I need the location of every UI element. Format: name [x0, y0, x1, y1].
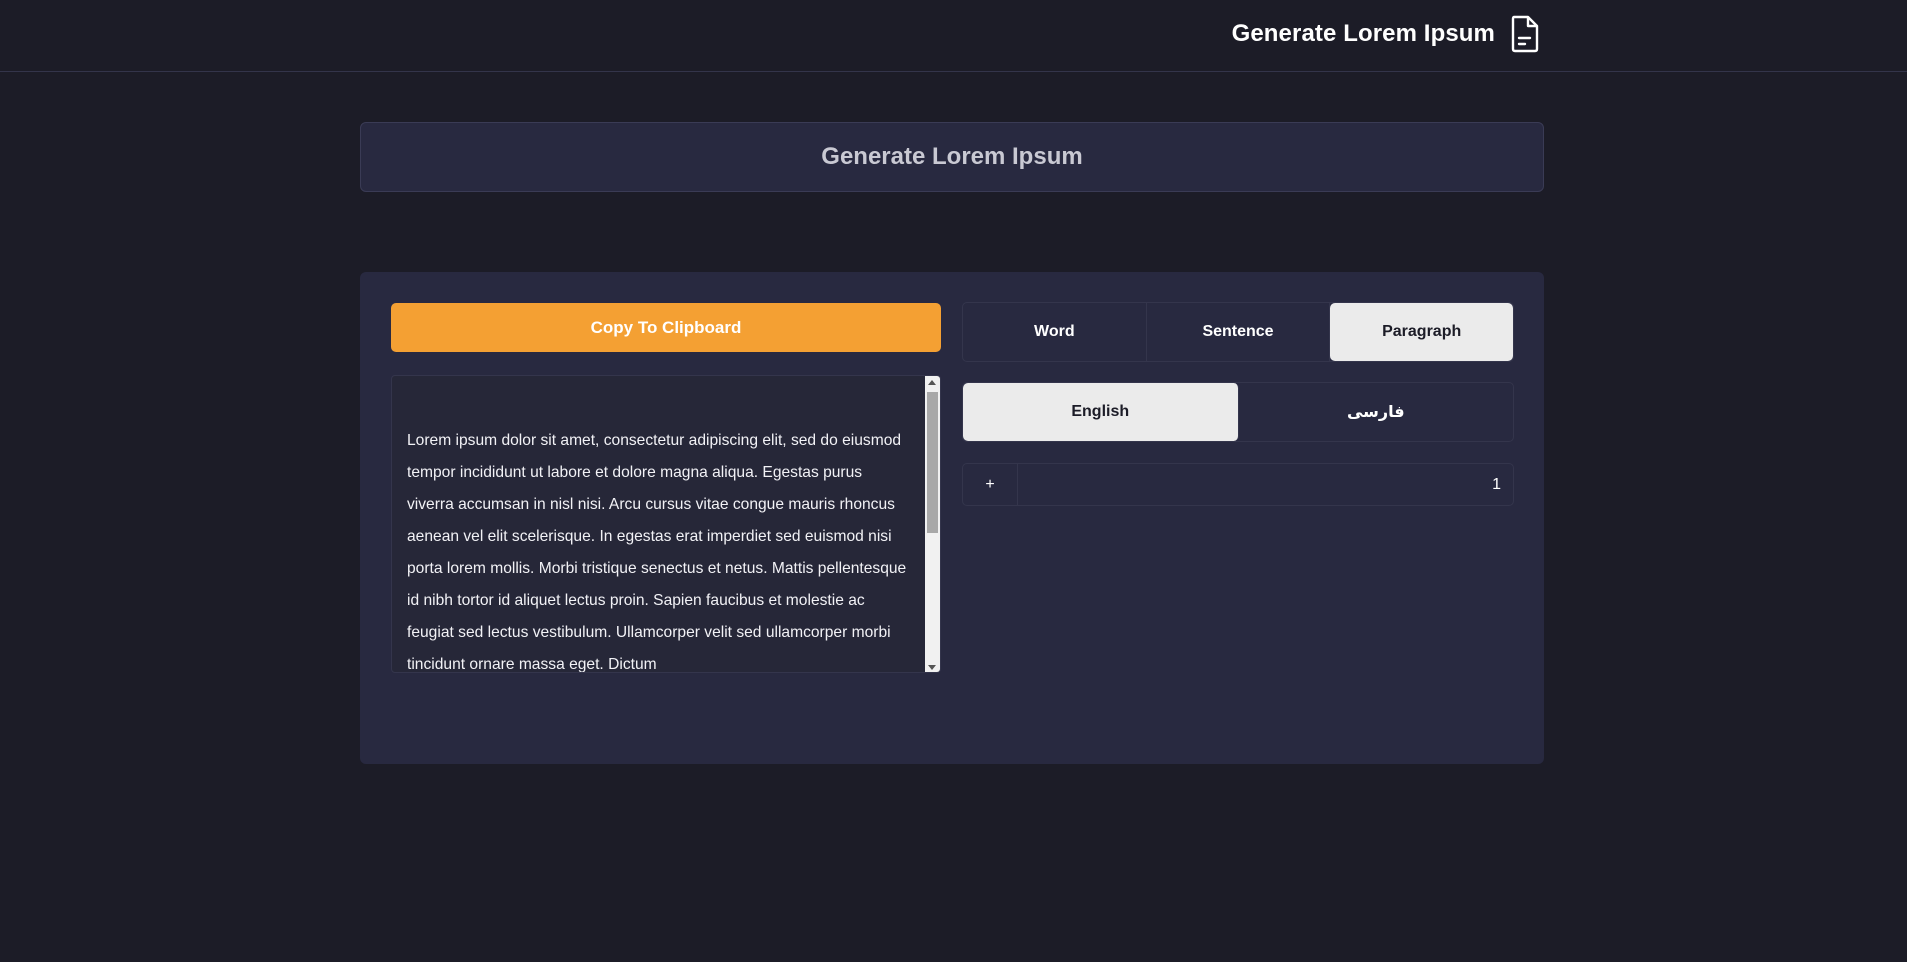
- brand[interactable]: Generate Lorem Ipsum: [1232, 14, 1541, 54]
- count-stepper: +: [962, 463, 1514, 506]
- tab-word[interactable]: Word: [963, 303, 1147, 361]
- title-card: Generate Lorem Ipsum: [360, 122, 1544, 192]
- count-input[interactable]: [1018, 464, 1513, 505]
- language-selector: English فارسی: [962, 382, 1514, 442]
- generated-text: Lorem ipsum dolor sit amet, consectetur …: [407, 432, 907, 673]
- output-textarea[interactable]: Lorem ipsum dolor sit amet, consectetur …: [391, 375, 941, 673]
- increment-button[interactable]: +: [963, 464, 1018, 505]
- generator-panel: Copy To Clipboard Lorem ipsum dolor sit …: [360, 272, 1544, 764]
- tab-paragraph[interactable]: Paragraph: [1330, 303, 1513, 361]
- tab-sentence[interactable]: Sentence: [1147, 303, 1331, 361]
- document-icon: [1511, 15, 1539, 53]
- scroll-down-arrow-icon[interactable]: [928, 665, 936, 670]
- mode-selector: Word Sentence Paragraph: [962, 302, 1514, 362]
- page-title: Generate Lorem Ipsum: [821, 143, 1083, 170]
- tab-persian[interactable]: فارسی: [1239, 383, 1514, 441]
- copy-to-clipboard-button[interactable]: Copy To Clipboard: [391, 303, 941, 352]
- brand-title: Generate Lorem Ipsum: [1231, 20, 1495, 47]
- scroll-up-arrow-icon[interactable]: [928, 380, 936, 385]
- top-navbar: Generate Lorem Ipsum: [0, 0, 1907, 72]
- tab-english[interactable]: English: [963, 383, 1239, 441]
- scroll-thumb[interactable]: [927, 392, 938, 533]
- output-scrollbar[interactable]: [925, 376, 940, 672]
